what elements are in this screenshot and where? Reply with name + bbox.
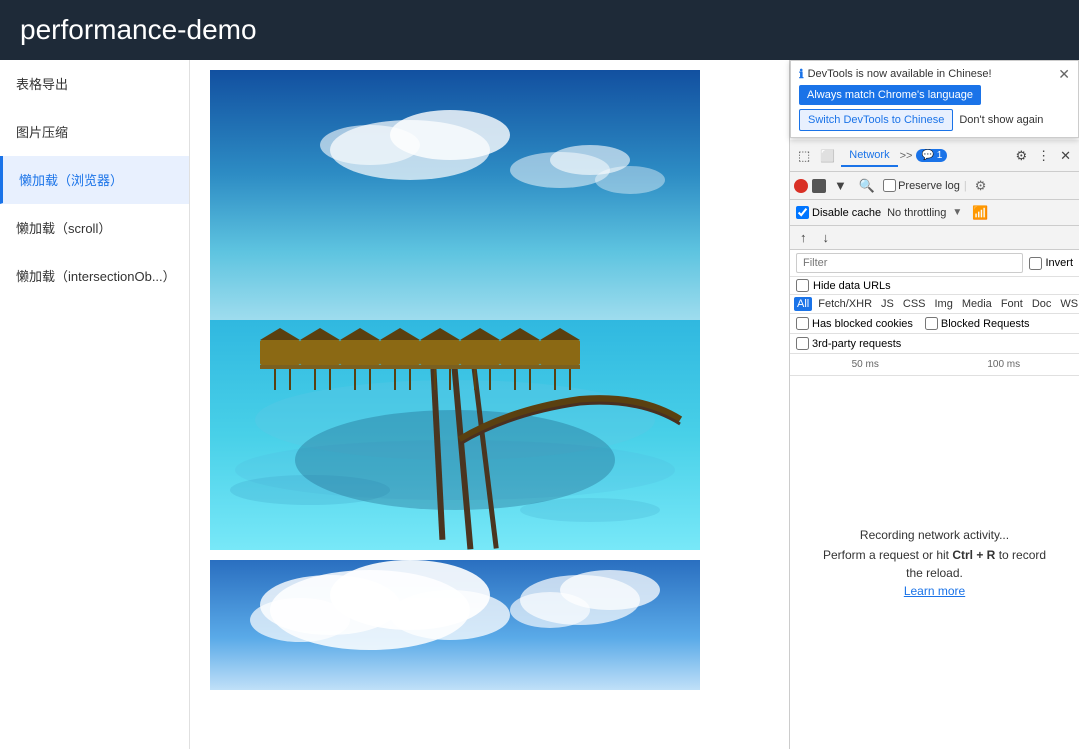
search-icon-button[interactable]: 🔍 [855,174,879,198]
notification-text: DevTools is now available in Chinese! [808,68,1055,80]
sidebar-item-lazy-load-scroll[interactable]: 懒加载（scroll） [0,204,189,252]
has-blocked-cookies-label: Has blocked cookies [812,318,913,330]
third-party-checkbox[interactable] [796,337,809,350]
throttle-selector[interactable]: No throttling [887,207,946,219]
devtools-toolbar-record: ▼ 🔍 Preserve log | ⚙ [790,172,1079,200]
record-button[interactable] [794,179,808,193]
top-bar: performance-demo [0,0,1079,60]
filter-icon: ▼ [834,178,847,193]
tab-network[interactable]: Network [841,145,897,167]
devtools-panel: ℹ DevTools is now available in Chinese! … [789,60,1079,749]
third-party-item: 3rd-party requests [796,337,901,350]
blocked-requests-item: Blocked Requests [925,317,1030,330]
timeline-label-100ms: 100 ms [935,359,1074,370]
preserve-log-row: Preserve log [883,179,960,192]
more-options-button[interactable]: ⋮ [1033,144,1054,168]
console-badge: 💬 1 [916,149,947,162]
search-icon: 🔍 [859,178,875,194]
devtools-hide-urls-row: Hide data URLs [790,277,1079,295]
page-content [190,60,789,749]
type-btn-fetch-xhr[interactable]: Fetch/XHR [815,297,875,311]
sidebar-item-lazy-load-intersection[interactable]: 懒加载（intersectionOb...） [0,252,189,300]
type-btn-font[interactable]: Font [998,297,1026,311]
preserve-log-label: Preserve log [898,180,960,192]
disable-cache-label: Disable cache [812,207,881,219]
devtools-toolbar-tabs: ⬚ ⬜ Network >> 💬 1 ⚙ ⋮ ✕ [790,140,1079,172]
wifi-icon-button[interactable]: 📶 [968,201,992,225]
notification-top: ℹ DevTools is now available in Chinese! … [799,67,1070,81]
notification-buttons: Switch DevTools to Chinese Don't show ag… [799,109,1070,131]
learn-more-link[interactable]: Learn more [904,584,965,598]
devtools-toolbar-cache: Disable cache No throttling ▼ 📶 [790,200,1079,226]
filter-input[interactable] [796,253,1023,273]
keyboard-shortcut: Ctrl + R [952,548,998,562]
type-btn-js[interactable]: JS [878,297,897,311]
match-language-button[interactable]: Always match Chrome's language [799,85,981,105]
network-reload-text: the reload. [906,566,963,580]
page-image-2 [210,560,700,690]
console-icon: 💬 [921,150,933,161]
blocked-requests-label: Blocked Requests [941,318,1030,330]
disable-cache-checkbox[interactable] [796,206,809,219]
inspect-icon-button[interactable]: ⬚ [794,144,814,168]
wifi-icon: 📶 [972,205,988,221]
network-settings-button[interactable]: ⚙ [971,174,991,198]
preserve-log-checkbox[interactable] [883,179,896,192]
devtools-filter-row: Invert [790,250,1079,277]
network-perform-text: Perform a request or hit Ctrl + R to rec… [823,548,1046,562]
throttle-dropdown-arrow[interactable]: ▼ [952,207,962,218]
upload-icon-button[interactable]: ↑ [796,226,811,249]
type-btn-img[interactable]: Img [932,297,956,311]
page-image-1 [210,70,700,550]
stop-button[interactable] [812,179,826,193]
type-btn-css[interactable]: CSS [900,297,929,311]
third-party-label: 3rd-party requests [812,338,901,350]
hide-data-urls-checkbox[interactable] [796,279,809,292]
blocked-requests-checkbox[interactable] [925,317,938,330]
info-icon: ℹ [799,67,804,81]
has-blocked-cookies-checkbox[interactable] [796,317,809,330]
device-icon-button[interactable]: ⬜ [816,145,839,167]
sidebar: 表格导出 图片压缩 懒加载（浏览器） 懒加载（scroll） 懒加载（inter… [0,60,190,749]
close-devtools-button[interactable]: ✕ [1056,144,1075,168]
switch-chinese-button[interactable]: Switch DevTools to Chinese [799,109,953,131]
devtools-toolbar-arrows: ↑ ↓ [790,226,1079,250]
timeline-label-50ms: 50 ms [796,359,935,370]
close-icon[interactable]: ✕ [1058,67,1070,81]
has-blocked-cookies-item: Has blocked cookies [796,317,913,330]
devtools-blocked-row: Has blocked cookies Blocked Requests [790,314,1079,334]
sidebar-item-image-compress[interactable]: 图片压缩 [0,108,189,156]
type-btn-ws[interactable]: WS [1057,297,1079,311]
devtools-notification: ℹ DevTools is now available in Chinese! … [790,60,1079,138]
sidebar-item-lazy-load-browser[interactable]: 懒加载（浏览器） [0,156,189,204]
download-icon-button[interactable]: ↓ [819,226,834,249]
invert-checkbox[interactable] [1029,257,1042,270]
invert-row: Invert [1029,257,1073,270]
filter-icon-button[interactable]: ▼ [830,174,851,197]
disable-cache-row: Disable cache [796,206,881,219]
more-tabs-indicator: >> [900,150,913,162]
sidebar-item-table-export[interactable]: 表格导出 [0,60,189,108]
settings-icon-button[interactable]: ⚙ [1011,144,1031,168]
devtools-third-party-row: 3rd-party requests [790,334,1079,354]
hide-data-urls-label: Hide data URLs [813,280,891,292]
devtools-type-row: All Fetch/XHR JS CSS Img Media Font Doc … [790,295,1079,314]
type-btn-all[interactable]: All [794,297,812,311]
type-btn-doc[interactable]: Doc [1029,297,1055,311]
devtools-timeline-header: 50 ms 100 ms [790,354,1079,376]
page-title: performance-demo [20,14,257,46]
devtools-network-empty-area: Recording network activity... Perform a … [790,376,1079,749]
dont-show-button[interactable]: Don't show again [959,110,1043,130]
type-btn-media[interactable]: Media [959,297,995,311]
main-area: 表格导出 图片压缩 懒加载（浏览器） 懒加载（scroll） 懒加载（inter… [0,60,1079,749]
invert-label: Invert [1045,257,1073,269]
network-recording-text: Recording network activity... [860,528,1009,542]
